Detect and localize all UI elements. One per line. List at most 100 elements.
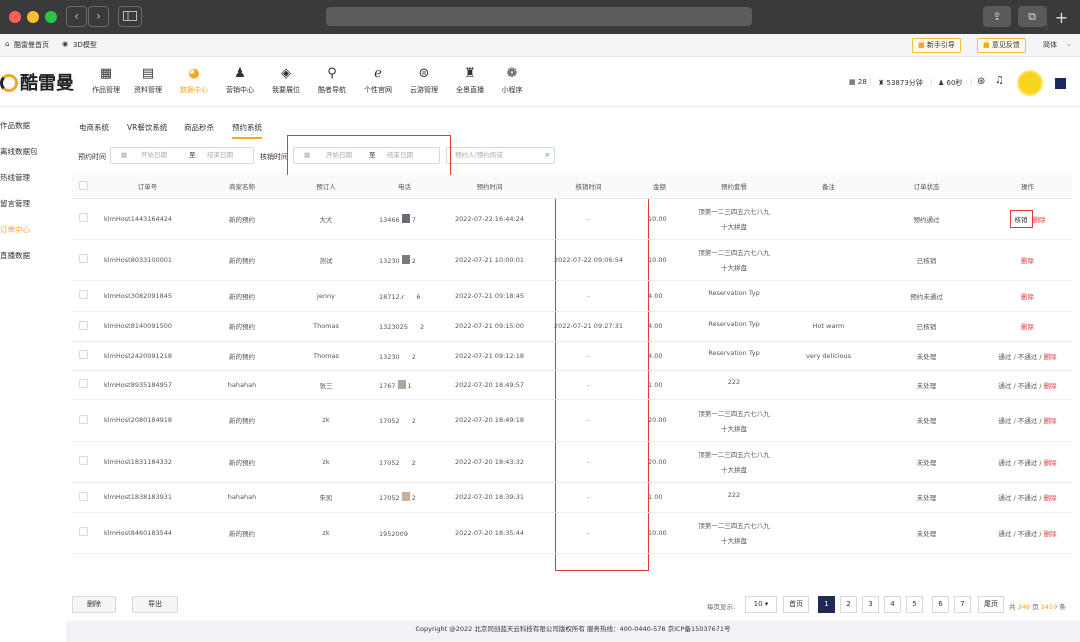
delete-link[interactable]: 删除 xyxy=(1044,459,1057,467)
approve-link[interactable]: 通过 xyxy=(998,530,1011,538)
settings-icon[interactable]: ⊛ xyxy=(977,76,985,87)
delete-link[interactable]: 删除 xyxy=(1044,417,1057,425)
nav-works[interactable]: ▦ 作品管理 xyxy=(82,65,130,95)
approve-link[interactable]: 通过 xyxy=(998,459,1011,467)
page-button[interactable]: 5 xyxy=(906,596,923,613)
delete-link[interactable]: 删除 xyxy=(1021,293,1034,301)
avatar[interactable] xyxy=(1017,70,1043,96)
page-button[interactable]: 4 xyxy=(884,596,901,613)
approve-link[interactable]: 通过 xyxy=(998,494,1011,502)
address-bar[interactable] xyxy=(326,7,752,26)
row-checkbox[interactable] xyxy=(78,527,88,536)
per-page-select[interactable]: 10 ▾ xyxy=(745,596,777,613)
sidebar-item-live-data[interactable]: 直播数据 xyxy=(0,250,66,261)
delete-link[interactable]: 删除 xyxy=(1021,323,1034,331)
delete-link[interactable]: 删除 xyxy=(1021,257,1034,265)
nav-materials[interactable]: ▤ 资料管理 xyxy=(124,65,172,95)
chevron-down-icon[interactable]: ⌄ xyxy=(1066,40,1072,48)
tab-flash-sale[interactable]: 商品秒杀 xyxy=(184,122,214,133)
row-checkbox[interactable] xyxy=(78,254,88,263)
tabs-overview-icon[interactable]: ⧉ xyxy=(1018,6,1046,27)
reject-link[interactable]: 不通过 xyxy=(1018,353,1038,361)
search-input[interactable]: 预约人/预约商或 ⌕ xyxy=(446,147,555,164)
row-checkbox[interactable] xyxy=(78,320,88,330)
reject-link[interactable]: 不通过 xyxy=(1018,459,1038,467)
row-select-cell[interactable] xyxy=(72,482,94,513)
tab-ecommerce[interactable]: 电商系统 xyxy=(79,122,109,133)
reject-link[interactable]: 不通过 xyxy=(1018,417,1038,425)
new-tab-icon[interactable]: + xyxy=(1046,6,1076,30)
nav-live[interactable]: ♜ 全景直播 xyxy=(446,65,494,95)
nav-miniprogram[interactable]: ❁ 小程序 xyxy=(488,65,536,95)
feedback-button[interactable]: ■ 意见反馈 xyxy=(977,38,1026,53)
delete-button[interactable]: 删除 xyxy=(72,596,116,613)
row-checkbox[interactable] xyxy=(78,290,88,299)
nav-website[interactable]: ℯ 个性官网 xyxy=(354,65,402,95)
delete-link[interactable]: 删除 xyxy=(1044,530,1057,538)
page-button[interactable]: 7 xyxy=(954,596,971,613)
sidebar-item-orders[interactable]: 订单中心 xyxy=(0,224,66,235)
page-button[interactable]: 1 xyxy=(818,596,835,613)
row-select-cell[interactable] xyxy=(72,441,94,483)
page-button[interactable]: 6 xyxy=(932,596,949,613)
row-select-cell[interactable] xyxy=(72,239,94,281)
minimize-window-button[interactable] xyxy=(27,11,39,23)
brand-logo[interactable]: 酷雷曼 xyxy=(0,69,74,95)
page-button[interactable]: 2 xyxy=(840,596,857,613)
row-checkbox[interactable] xyxy=(78,350,88,359)
search-icon[interactable]: ⌕ xyxy=(545,148,550,163)
sidebar-toggle-icon[interactable] xyxy=(118,6,142,27)
close-window-button[interactable] xyxy=(9,11,21,23)
export-button[interactable]: 导出 xyxy=(132,596,178,613)
sidebar-item-offline[interactable]: 离线数据包 xyxy=(0,146,66,157)
delete-link[interactable]: 删除 xyxy=(1044,353,1057,361)
home-link[interactable]: 酷雷曼首页 xyxy=(14,40,49,50)
reject-link[interactable]: 不通过 xyxy=(1018,494,1038,502)
first-page-button[interactable]: 首页 xyxy=(783,596,809,613)
row-select-cell[interactable] xyxy=(72,341,94,371)
nav-marketing[interactable]: ♟ 营销中心 xyxy=(216,65,264,95)
nav-cloud-tour[interactable]: ⊜ 云游管理 xyxy=(400,65,448,95)
row-select-cell[interactable] xyxy=(72,280,94,312)
verify-link[interactable]: 核销 xyxy=(1009,209,1033,228)
select-all-cell[interactable] xyxy=(72,175,94,199)
row-checkbox[interactable] xyxy=(78,491,88,501)
approve-link[interactable]: 通过 xyxy=(998,417,1011,425)
sidebar-item-hotline[interactable]: 热线管理 xyxy=(0,172,66,183)
delete-link[interactable]: 删除 xyxy=(1044,494,1057,502)
language-select[interactable]: 简体 xyxy=(1043,40,1057,50)
nav-data-center[interactable]: ◕ 数据中心 xyxy=(170,65,218,95)
booking-date-range[interactable]: ▦ 开始日期 至 结束日期 xyxy=(110,147,254,164)
row-checkbox[interactable] xyxy=(78,379,88,388)
reject-link[interactable]: 不通过 xyxy=(1018,382,1038,390)
last-page-button[interactable]: 尾页 xyxy=(978,596,1004,613)
bell-icon[interactable]: ♫ xyxy=(995,75,1004,86)
row-select-cell[interactable] xyxy=(72,370,94,400)
row-select-cell[interactable] xyxy=(72,512,94,554)
sidebar-item-messages[interactable]: 留言管理 xyxy=(0,198,66,209)
page-button[interactable]: 3 xyxy=(862,596,879,613)
row-select-cell[interactable] xyxy=(72,198,94,240)
forward-button[interactable]: › xyxy=(88,6,109,27)
row-select-cell[interactable] xyxy=(72,399,94,442)
back-button[interactable]: ‹ xyxy=(66,6,87,27)
approve-link[interactable]: 通过 xyxy=(998,382,1011,390)
row-checkbox[interactable] xyxy=(78,213,88,222)
select-all-checkbox[interactable] xyxy=(78,180,88,190)
nav-booth[interactable]: ◈ 我要展位 xyxy=(262,65,310,95)
guide-button[interactable]: ■ 新手引导 xyxy=(912,38,961,53)
delete-link[interactable]: 删除 xyxy=(1044,382,1057,390)
nav-navigation[interactable]: ⚲ 酷者导航 xyxy=(308,65,356,95)
row-select-cell[interactable] xyxy=(72,311,94,342)
maximize-window-button[interactable] xyxy=(45,11,57,23)
menu-icon[interactable] xyxy=(1055,78,1066,89)
sidebar-item-works-data[interactable]: 作品数据 xyxy=(0,120,66,131)
share-icon[interactable]: ⇪ xyxy=(983,6,1011,27)
approve-link[interactable]: 通过 xyxy=(998,353,1011,361)
tab-booking[interactable]: 预约系统 xyxy=(232,122,262,139)
row-checkbox[interactable] xyxy=(78,456,88,465)
reject-link[interactable]: 不通过 xyxy=(1018,530,1038,538)
3d-model-link[interactable]: 3D模型 xyxy=(73,40,97,50)
row-checkbox[interactable] xyxy=(78,414,88,424)
delete-link[interactable]: 删除 xyxy=(1033,216,1046,224)
